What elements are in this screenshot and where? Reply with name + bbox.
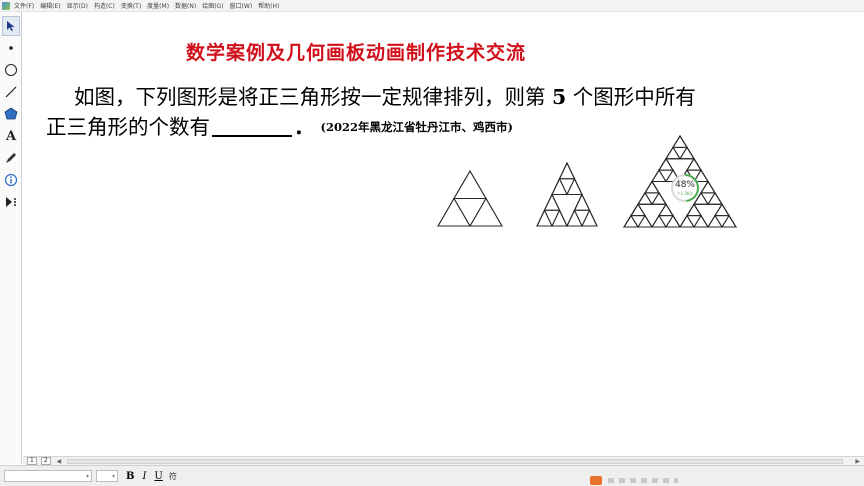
triangle-outline — [469, 197, 503, 227]
triangle-outline — [630, 215, 646, 228]
font-family-select[interactable]: ▾ — [4, 470, 92, 482]
progress-value: 48% — [674, 180, 695, 190]
symbol-button[interactable]: 符 — [169, 471, 177, 482]
triangle-outline — [714, 215, 730, 228]
triangle-outline — [566, 177, 583, 195]
triangle-outline — [665, 146, 681, 160]
triangle-outline — [558, 178, 576, 196]
triangle-outline — [658, 203, 674, 217]
triangle-outline — [665, 214, 681, 228]
scroll-right-icon[interactable]: ▶ — [855, 458, 860, 465]
progress-speed: ↑1.3K/s — [677, 191, 693, 196]
triangle-outline — [637, 214, 653, 228]
triangle-outline — [644, 192, 660, 206]
triangle-outline — [707, 191, 723, 205]
triangle-outline — [651, 214, 667, 228]
triangle-outline — [651, 191, 667, 205]
triangle-outline — [437, 197, 471, 227]
triangle-outline — [543, 193, 561, 211]
system-tray — [590, 476, 678, 485]
triangle-outline — [536, 209, 553, 227]
chevron-down-icon: ▾ — [111, 472, 115, 480]
triangle-outline — [672, 146, 688, 160]
triangle-outline — [679, 214, 695, 228]
triangle-outline — [453, 170, 487, 199]
triangle-outline — [658, 157, 674, 171]
triangle-outline — [686, 203, 702, 217]
figure-1 — [437, 170, 503, 227]
page-tab-1[interactable]: 1 — [27, 457, 37, 465]
tray-app-icon — [590, 476, 602, 485]
italic-button[interactable]: I — [142, 471, 146, 482]
triangle-outline — [686, 157, 702, 171]
triangle-outline — [581, 209, 598, 227]
triangle-outline — [686, 215, 702, 228]
triangle-outline — [551, 209, 568, 227]
scroll-left-icon[interactable]: ◀ — [57, 458, 62, 465]
underline-button[interactable]: U — [154, 471, 162, 482]
triangle-outline — [721, 214, 737, 228]
triangle-outline — [630, 203, 646, 217]
bold-button[interactable]: B — [126, 471, 134, 482]
triangle-outline — [573, 209, 591, 228]
page-tab-2[interactable]: 2 — [40, 457, 51, 465]
triangle-outline — [566, 209, 583, 227]
progress-indicator: 48% ↑1.3K/s — [670, 173, 700, 203]
triangle-outline — [658, 215, 674, 228]
chevron-down-icon: ▾ — [85, 472, 89, 480]
triangle-outline — [714, 203, 730, 217]
page-tabs-bar: 1 2 ◀ ▶ — [23, 456, 864, 465]
triangle-outline — [453, 198, 487, 227]
triangle-outline — [558, 161, 576, 180]
triangle-outline — [637, 191, 653, 205]
triangle-outline — [707, 214, 723, 228]
horizontal-scrollbar[interactable] — [67, 458, 844, 464]
font-size-select[interactable]: ▾ — [96, 470, 118, 482]
figure-2 — [536, 161, 598, 228]
triangle-outline — [672, 135, 688, 148]
triangle-outline — [700, 180, 716, 194]
triangle-outline — [573, 193, 591, 211]
triangle-outline — [644, 180, 660, 194]
triangle-outline — [543, 209, 561, 228]
triangle-outline — [623, 214, 639, 228]
triangle-outline — [700, 192, 716, 206]
text-format-toolbar: ▾ ▾ B I U 符 — [0, 465, 864, 486]
triangle-outline — [651, 169, 667, 182]
triangle-outline — [693, 214, 709, 228]
tray-icons — [608, 478, 678, 483]
triangle-outline — [679, 146, 695, 160]
triangle-outline — [551, 177, 568, 195]
figures-svg — [437, 135, 737, 228]
